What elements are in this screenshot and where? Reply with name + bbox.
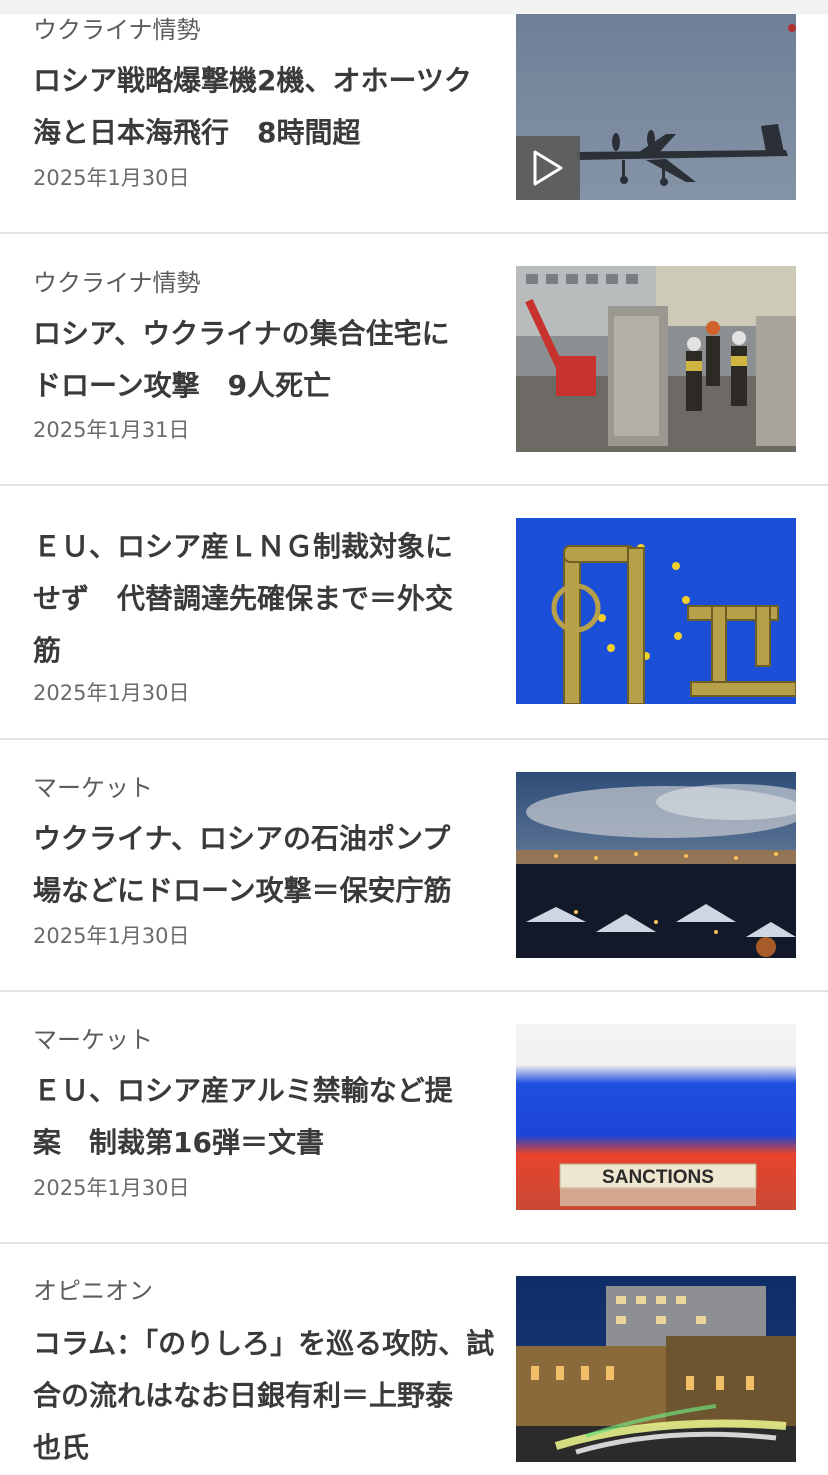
article-category[interactable]: マーケット	[33, 773, 153, 803]
article-date: 2025年1月30日	[33, 924, 190, 948]
article-thumbnail[interactable]	[516, 266, 796, 452]
industrial-night-city-photo	[516, 772, 796, 958]
article-item[interactable]: オピニオン コラム：「のりしろ」を巡る攻防、試 合の流れはなお日銀有利＝上野泰 …	[0, 1244, 828, 1475]
gas-pipes-eu-flag-photo	[516, 518, 796, 704]
article-title[interactable]: ＥＵ、ロシア産ＬＮＧ制裁対象に せず 代替調達先確保まで＝外交 筋	[33, 521, 503, 677]
video-play-button[interactable]	[516, 136, 580, 200]
boj-building-night-photo	[516, 1276, 796, 1462]
article-title[interactable]: ロシア、ウクライナの集合住宅に ドローン攻撃 9人死亡	[33, 308, 503, 412]
article-category[interactable]: マーケット	[33, 1025, 153, 1055]
article-category[interactable]: ウクライナ情勢	[33, 15, 201, 45]
article-thumbnail[interactable]	[516, 1276, 796, 1462]
article-category[interactable]: ウクライナ情勢	[33, 268, 201, 298]
sanctions-blocks-flag-photo: SANCTIONS	[516, 1024, 796, 1210]
article-item[interactable]: マーケット ＥＵ、ロシア産アルミ禁輸など提 案 制裁第16弾＝文書 2025年1…	[0, 992, 828, 1244]
sanctions-text: SANCTIONS	[602, 1167, 714, 1188]
article-date: 2025年1月31日	[33, 418, 190, 442]
article-item[interactable]: ＥＵ、ロシア産ＬＮＧ制裁対象に せず 代替調達先確保まで＝外交 筋 2025年1…	[0, 486, 828, 740]
article-item[interactable]: ウクライナ情勢 ロシア、ウクライナの集合住宅に ドローン攻撃 9人死亡 2025…	[0, 234, 828, 486]
article-date: 2025年1月30日	[33, 681, 190, 705]
article-title[interactable]: コラム：「のりしろ」を巡る攻防、試 合の流れはなお日銀有利＝上野泰 也氏	[33, 1318, 503, 1474]
article-item[interactable]: マーケット ウクライナ、ロシアの石油ポンプ 場などにドローン攻撃＝保安庁筋 20…	[0, 740, 828, 992]
article-thumbnail[interactable]: SANCTIONS	[516, 1024, 796, 1210]
article-title[interactable]: ウクライナ、ロシアの石油ポンプ 場などにドローン攻撃＝保安庁筋	[33, 813, 503, 917]
article-title[interactable]: ＥＵ、ロシア産アルミ禁輸など提 案 制裁第16弾＝文書	[33, 1065, 503, 1169]
article-item[interactable]: ウクライナ情勢 ロシア戦略爆撃機2機、オホーツク 海と日本海飛行 8時間超 20…	[0, 0, 828, 234]
sanctions-blocks: SANCTIONS	[559, 1163, 757, 1206]
play-icon	[533, 150, 563, 186]
article-thumbnail[interactable]	[516, 772, 796, 958]
article-title[interactable]: ロシア戦略爆撃機2機、オホーツク 海と日本海飛行 8時間超	[33, 55, 503, 159]
article-date: 2025年1月30日	[33, 166, 190, 190]
rescue-workers-rubble-photo	[516, 266, 796, 452]
article-date: 2025年1月30日	[33, 1176, 190, 1200]
article-category[interactable]: オピニオン	[33, 1276, 153, 1306]
article-thumbnail[interactable]	[516, 14, 796, 200]
article-thumbnail[interactable]	[516, 518, 796, 704]
